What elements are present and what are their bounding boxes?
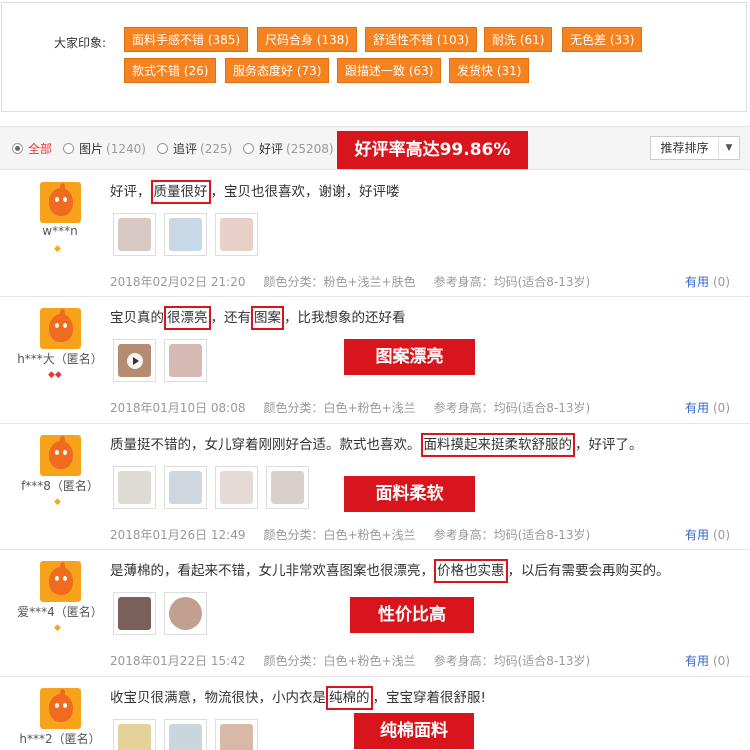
impression-tag[interactable]: 耐洗 (61) bbox=[484, 27, 553, 52]
level-icon: ◆◆ bbox=[48, 370, 62, 380]
impression-tag[interactable]: 舒适性不错 (103) bbox=[365, 27, 478, 52]
review-image[interactable] bbox=[113, 592, 156, 635]
level-icon: ◆ bbox=[54, 244, 61, 254]
impression-label: 大家印象: bbox=[54, 36, 107, 50]
review-text: 好评， 质量很好 ，宝贝也很喜欢，谢谢，好评喽 bbox=[110, 180, 400, 204]
impression-tag[interactable]: 跟描述一致 (63) bbox=[337, 58, 442, 83]
review-image[interactable] bbox=[164, 213, 207, 256]
review-text: 是薄棉的，看起来不错，女儿非常欢喜图案也很漂亮， 价格也实惠 ，以后有需要会再购买的… bbox=[110, 559, 670, 583]
radio-icon[interactable] bbox=[243, 143, 254, 154]
review-image[interactable] bbox=[215, 466, 258, 509]
radio-icon[interactable] bbox=[12, 143, 23, 154]
username: 爱***4（匿名） bbox=[17, 605, 103, 619]
impression-tag[interactable]: 面料手感不错 (385) bbox=[124, 27, 249, 52]
value-banner: 性价比高 bbox=[350, 597, 474, 633]
impression-tag[interactable]: 服务态度好 (73) bbox=[225, 58, 330, 83]
review-image[interactable] bbox=[113, 213, 156, 256]
avatar[interactable] bbox=[40, 561, 81, 602]
review-image[interactable] bbox=[215, 213, 258, 256]
review-meta: 2018年01月22日 15:42 颜色分类：白色+粉色+浅兰 参考身高：均码(适合… bbox=[110, 654, 591, 668]
username: h***2（匿名） bbox=[19, 732, 101, 746]
review-image[interactable] bbox=[215, 719, 258, 750]
sort-label: 推荐排序 bbox=[651, 137, 719, 159]
review-item: w***n ◆ 好评， 质量很好 ，宝贝也很喜欢，谢谢，好评喽 2018年02月02… bbox=[0, 171, 750, 297]
review-text: 质量挺不错的，女儿穿着刚刚好合适。款式也喜欢。 面料摸起来挺柔软舒服的 ，好评了。 bbox=[110, 433, 643, 457]
play-icon bbox=[127, 353, 143, 369]
review-images bbox=[113, 466, 309, 509]
impression-tag[interactable]: 款式不错 (26) bbox=[124, 58, 217, 83]
review-images bbox=[113, 339, 207, 382]
avatar[interactable] bbox=[40, 435, 81, 476]
review-text: 收宝贝很满意，物流很快，小内衣是 纯棉的 ，宝宝穿着很舒服! bbox=[110, 686, 486, 710]
review-item: h***2（匿名） 收宝贝很满意，物流很快，小内衣是 纯棉的 ，宝宝穿着很舒服! 纯… bbox=[0, 677, 750, 750]
review-image[interactable] bbox=[113, 466, 156, 509]
review-image[interactable] bbox=[164, 466, 207, 509]
review-image[interactable] bbox=[164, 719, 207, 750]
level-icon: ◆ bbox=[54, 497, 61, 507]
level-icon: ◆ bbox=[54, 623, 61, 633]
highlight: 面料摸起来挺柔软舒服的 bbox=[420, 433, 575, 457]
review-image[interactable] bbox=[266, 466, 309, 509]
highlight: 图案 bbox=[251, 306, 284, 330]
positive-rate-banner: 好评率高达99.86% bbox=[337, 131, 528, 169]
review-images bbox=[113, 719, 258, 750]
review-image[interactable] bbox=[113, 719, 156, 750]
useful-vote[interactable]: 有用 (0) bbox=[685, 526, 730, 543]
review-item: h***大（匿名） ◆◆ 宝贝真的 很漂亮 ，还有 图案 ，比我想象的还好看 图案漂亮 … bbox=[0, 297, 750, 424]
useful-vote[interactable]: 有用 (0) bbox=[685, 399, 730, 416]
highlight: 很漂亮 bbox=[164, 306, 211, 330]
impression-tag[interactable]: 尺码合身 (138) bbox=[257, 27, 358, 52]
sort-dropdown[interactable]: 推荐排序 ▼ bbox=[650, 136, 740, 160]
useful-vote[interactable]: 有用 (0) bbox=[685, 652, 730, 669]
avatar[interactable] bbox=[40, 182, 81, 223]
chevron-down-icon: ▼ bbox=[725, 143, 733, 153]
review-video[interactable] bbox=[113, 339, 156, 382]
filter-positive[interactable]: 好评 (25208) bbox=[243, 140, 334, 157]
review-text: 宝贝真的 很漂亮 ，还有 图案 ，比我想象的还好看 bbox=[110, 306, 406, 330]
filter-followup[interactable]: 追评 (225) bbox=[157, 140, 232, 157]
review-image[interactable] bbox=[164, 592, 207, 635]
username: f***8（匿名） bbox=[21, 479, 99, 493]
highlight: 价格也实惠 bbox=[434, 559, 508, 583]
review-meta: 2018年01月26日 12:49 颜色分类：白色+粉色+浅兰 参考身高：均码(适合… bbox=[110, 528, 591, 542]
username: h***大（匿名） bbox=[17, 352, 103, 366]
impression-tag[interactable]: 无色差 (33) bbox=[562, 27, 643, 52]
highlight: 纯棉的 bbox=[326, 686, 373, 710]
avatar[interactable] bbox=[40, 308, 81, 349]
review-meta: 2018年02月02日 21:20 颜色分类：粉色+浅兰+肤色 参考身高：均码(适合… bbox=[110, 275, 591, 289]
username: w***n bbox=[42, 224, 78, 238]
review-images bbox=[113, 213, 258, 256]
review-item: 爱***4（匿名） ◆ 是薄棉的，看起来不错，女儿非常欢喜图案也很漂亮， 价格也实… bbox=[0, 550, 750, 677]
review-images bbox=[113, 592, 207, 635]
filter-all[interactable]: 全部 bbox=[12, 140, 52, 157]
review-meta: 2018年01月10日 08:08 颜色分类：白色+粉色+浅兰 参考身高：均码(适合… bbox=[110, 401, 591, 415]
filter-images[interactable]: 图片 (1240) bbox=[63, 140, 146, 157]
fabric-banner: 面料柔软 bbox=[344, 476, 475, 512]
pattern-banner: 图案漂亮 bbox=[344, 339, 475, 375]
radio-icon[interactable] bbox=[157, 143, 168, 154]
radio-icon[interactable] bbox=[63, 143, 74, 154]
useful-vote[interactable]: 有用 (0) bbox=[685, 273, 730, 290]
impression-tag[interactable]: 发货快 (31) bbox=[449, 58, 530, 83]
review-item: f***8（匿名） ◆ 质量挺不错的，女儿穿着刚刚好合适。款式也喜欢。 面料摸起来… bbox=[0, 424, 750, 550]
cotton-banner: 纯棉面料 bbox=[354, 713, 474, 749]
avatar[interactable] bbox=[40, 688, 81, 729]
highlight: 质量很好 bbox=[150, 180, 211, 204]
impression-panel: 大家印象: bbox=[1, 2, 747, 112]
review-image[interactable] bbox=[164, 339, 207, 382]
